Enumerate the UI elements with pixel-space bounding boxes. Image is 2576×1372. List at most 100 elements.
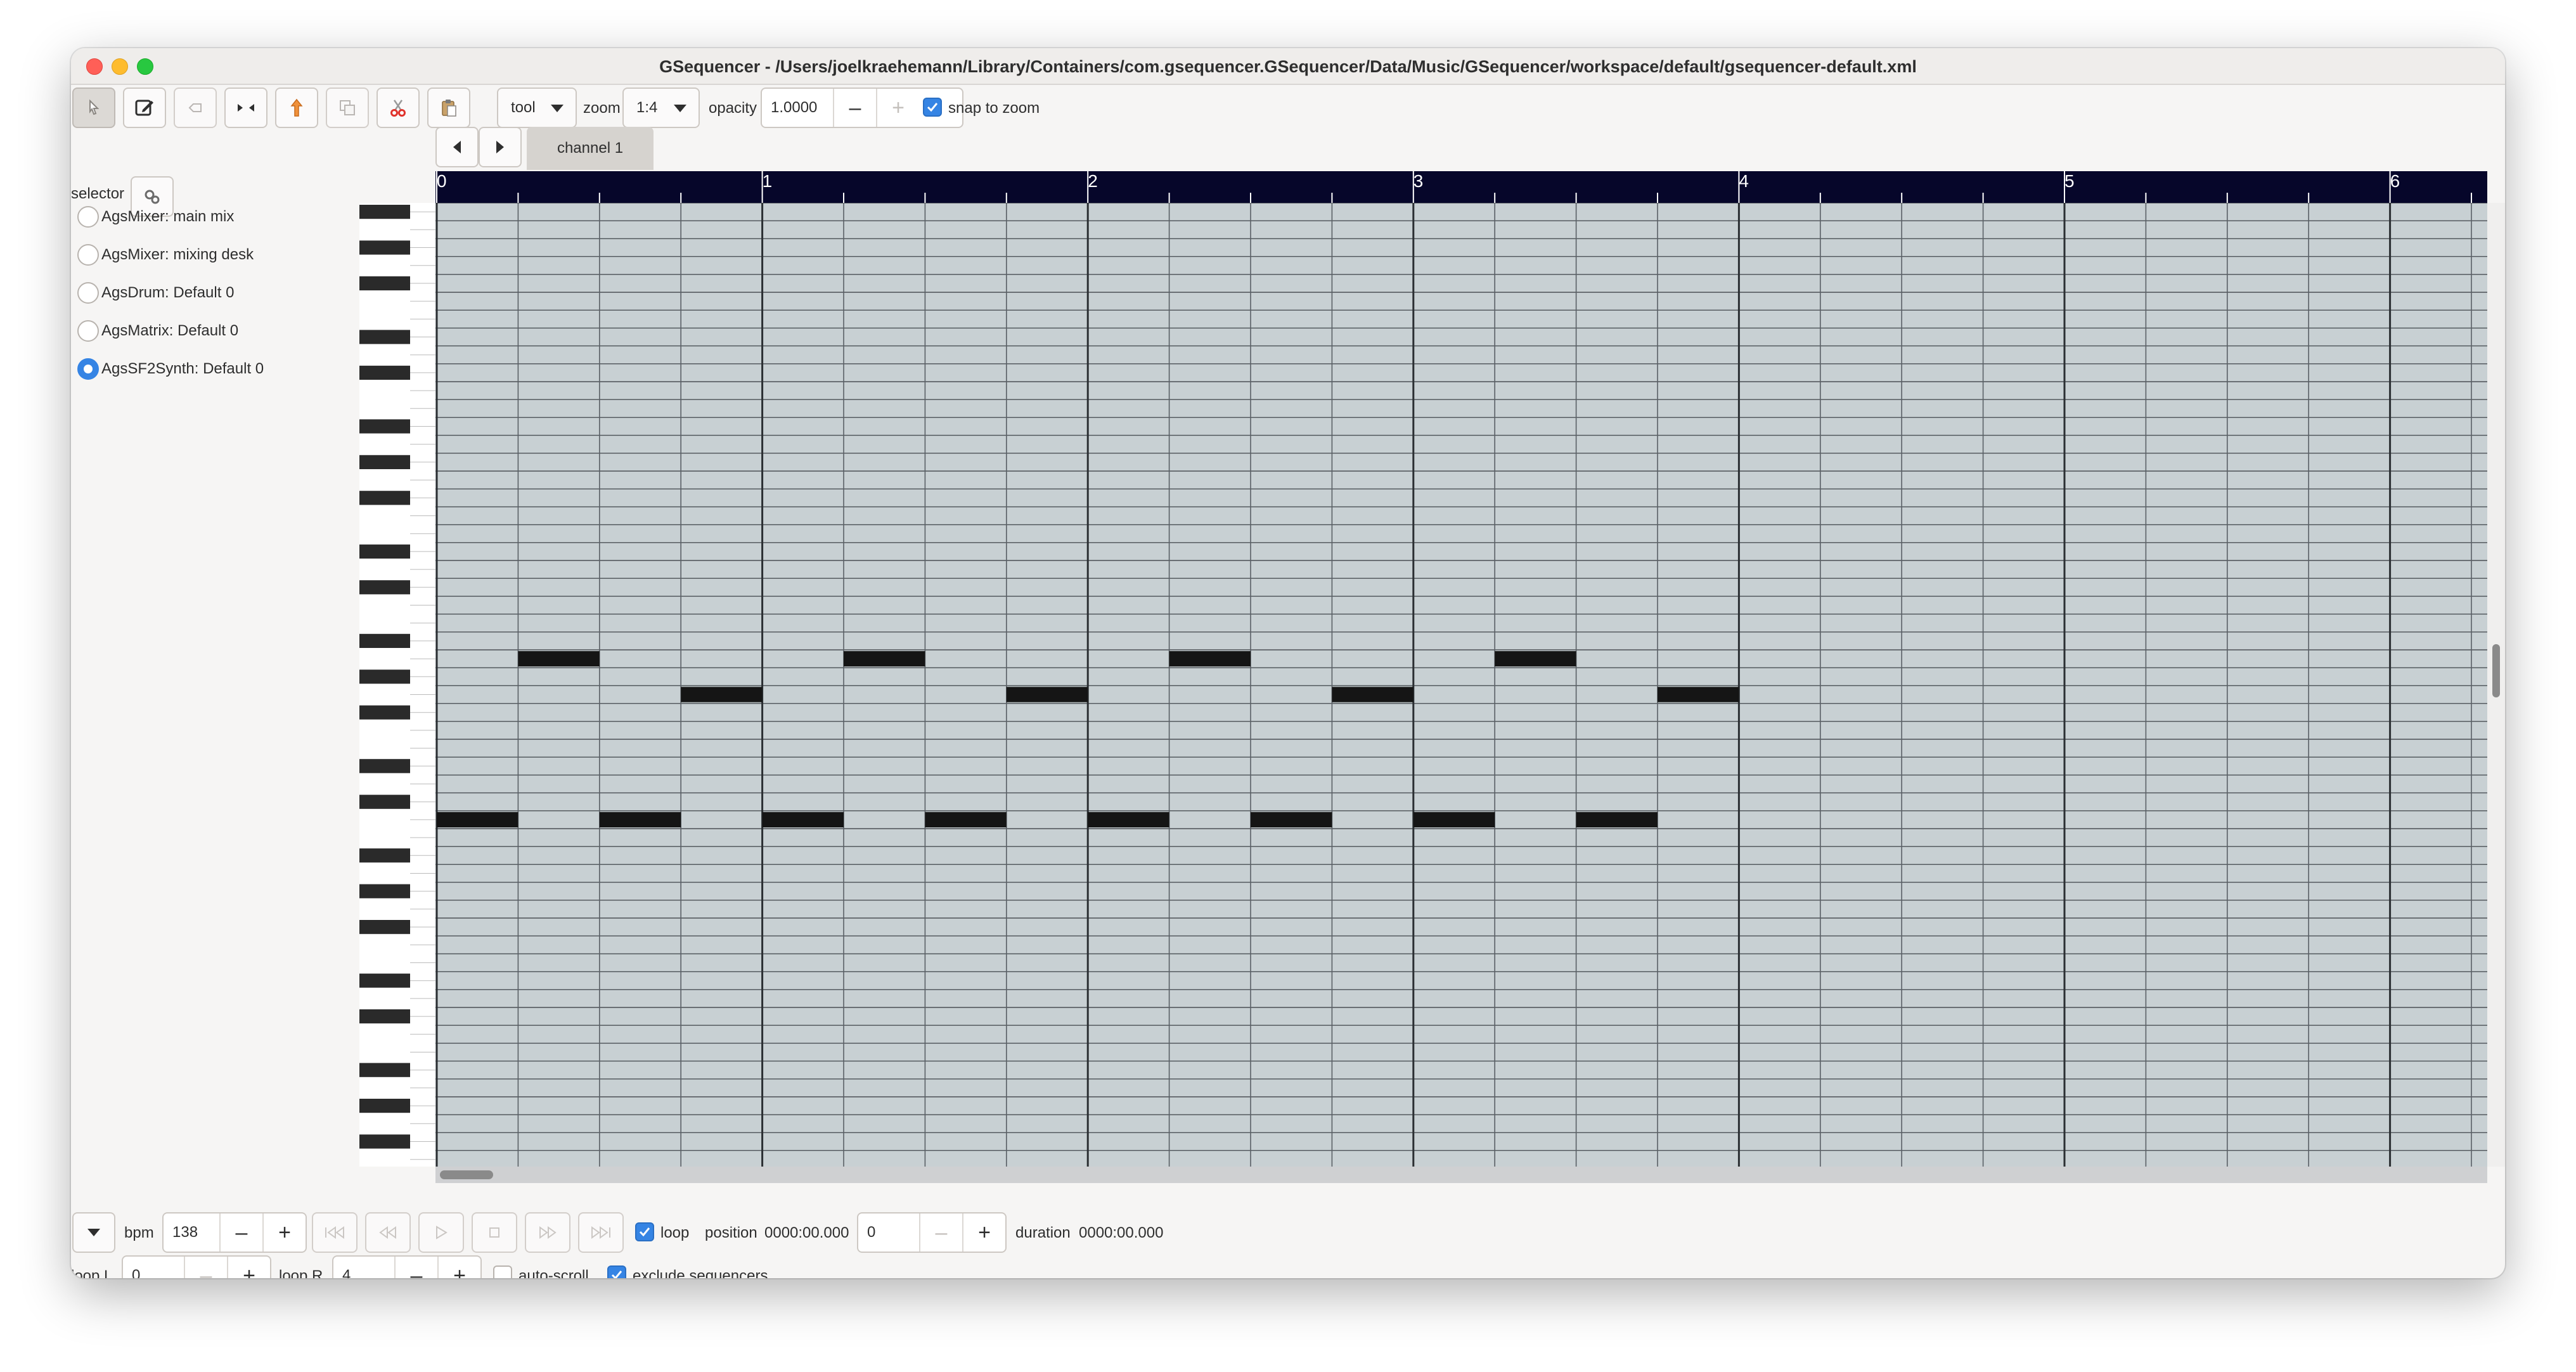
loop-right-decrement-button[interactable]: – <box>394 1257 437 1278</box>
loop-checkbox[interactable] <box>635 1222 654 1241</box>
piano-keyboard[interactable] <box>359 203 435 1167</box>
black-key[interactable] <box>359 205 410 219</box>
pointer-tool-button[interactable] <box>72 87 115 128</box>
loop-left-increment-button[interactable]: + <box>227 1257 270 1278</box>
position-spinner[interactable]: 0 – + <box>857 1212 1007 1253</box>
rewind-button[interactable] <box>365 1212 411 1253</box>
chevron-down-icon <box>551 105 564 112</box>
black-key[interactable] <box>359 419 410 434</box>
note[interactable] <box>1088 812 1169 827</box>
bpm-decrement-button[interactable]: – <box>219 1213 262 1252</box>
black-key[interactable] <box>359 848 410 863</box>
black-key[interactable] <box>359 544 410 559</box>
ruler-number: 0 <box>437 171 447 191</box>
black-key[interactable] <box>359 580 410 595</box>
black-key[interactable] <box>359 794 410 809</box>
horizontal-scrollbar-thumb[interactable] <box>440 1170 493 1179</box>
black-key[interactable] <box>359 759 410 773</box>
note-grid[interactable] <box>435 203 2487 1167</box>
position-tool-button[interactable] <box>275 87 318 128</box>
black-key[interactable] <box>359 491 410 505</box>
loop-left-decrement-button[interactable]: – <box>184 1257 227 1278</box>
opacity-decrement-button[interactable]: – <box>833 89 876 127</box>
black-key[interactable] <box>359 1063 410 1077</box>
skip-start-icon <box>325 1226 344 1239</box>
position-increment-button[interactable]: + <box>962 1213 1005 1252</box>
play-icon <box>436 1226 448 1239</box>
machine-radio-2[interactable] <box>77 282 99 304</box>
skip-to-end-button[interactable] <box>578 1212 624 1253</box>
black-key[interactable] <box>359 240 410 255</box>
bpm-spinner[interactable]: 138 – + <box>162 1212 307 1253</box>
note[interactable] <box>599 812 681 827</box>
black-key[interactable] <box>359 1009 410 1024</box>
black-key[interactable] <box>359 1099 410 1113</box>
black-key[interactable] <box>359 920 410 935</box>
next-channel-button[interactable] <box>479 127 522 167</box>
note[interactable] <box>681 687 763 702</box>
black-key[interactable] <box>359 973 410 988</box>
snap-to-zoom-checkbox[interactable] <box>923 98 942 117</box>
black-key[interactable] <box>359 276 410 290</box>
paste-button[interactable] <box>427 87 470 128</box>
rewind-to-start-button[interactable] <box>312 1212 357 1253</box>
machine-radio-0[interactable] <box>77 206 99 228</box>
note[interactable] <box>1006 687 1088 702</box>
position-value: 0 <box>867 1224 876 1241</box>
vertical-scrollbar-thumb[interactable] <box>2492 644 2500 697</box>
play-button[interactable] <box>418 1212 464 1253</box>
black-key[interactable] <box>359 330 410 344</box>
black-key[interactable] <box>359 633 410 648</box>
chevron-right-icon <box>496 141 504 153</box>
note[interactable] <box>1495 651 1576 667</box>
previous-channel-button[interactable] <box>435 127 479 167</box>
position-time: 0000:00.000 <box>764 1224 849 1241</box>
position-decrement-button[interactable]: – <box>919 1213 962 1252</box>
note[interactable] <box>925 812 1007 827</box>
machine-radio-3[interactable] <box>77 320 99 342</box>
note[interactable] <box>1413 812 1495 827</box>
tool-dropdown[interactable]: tool <box>497 87 577 128</box>
loop-right-spinner[interactable]: 4 – + <box>332 1255 482 1278</box>
cut-button[interactable] <box>377 87 420 128</box>
machine-radio-1[interactable] <box>77 244 99 266</box>
loop-right-increment-button[interactable]: + <box>437 1257 480 1278</box>
black-key[interactable] <box>359 455 410 469</box>
note[interactable] <box>844 651 925 667</box>
skip-end-icon <box>591 1226 610 1239</box>
exclude-sequencers-checkbox[interactable] <box>607 1265 626 1278</box>
note[interactable] <box>518 651 600 667</box>
ruler-number: 3 <box>1414 171 1424 191</box>
horizontal-scrollbar[interactable] <box>435 1167 2487 1183</box>
note[interactable] <box>1576 812 1658 827</box>
zoom-dropdown[interactable]: 1:4 <box>622 87 700 128</box>
black-key[interactable] <box>359 705 410 720</box>
transport-menu-button[interactable] <box>72 1212 115 1253</box>
note[interactable] <box>1251 812 1332 827</box>
ruler-number: 6 <box>2390 171 2400 191</box>
bpm-increment-button[interactable]: + <box>262 1213 306 1252</box>
black-key[interactable] <box>359 365 410 380</box>
black-key[interactable] <box>359 884 410 898</box>
note[interactable] <box>762 812 844 827</box>
note[interactable] <box>1169 651 1251 667</box>
zoom-label: zoom <box>583 100 621 117</box>
fast-forward-button[interactable] <box>525 1212 570 1253</box>
stop-button[interactable] <box>472 1212 517 1253</box>
note[interactable] <box>437 812 518 827</box>
black-key[interactable] <box>359 670 410 684</box>
clear-tool-button[interactable] <box>174 87 217 128</box>
edit-tool-button[interactable] <box>123 87 166 128</box>
loop-left-spinner[interactable]: 0 – + <box>122 1255 271 1278</box>
grid-background <box>435 203 2487 1167</box>
note[interactable] <box>1332 687 1414 702</box>
tab-channel-1[interactable]: channel 1 <box>527 127 654 170</box>
opacity-increment-button[interactable]: + <box>876 89 919 127</box>
select-tool-button[interactable] <box>224 87 267 128</box>
timeline-ruler[interactable]: 0 1 2 3 4 5 6 <box>435 171 2487 203</box>
copy-button[interactable] <box>326 87 369 128</box>
black-key[interactable] <box>359 1134 410 1149</box>
machine-radio-4[interactable] <box>77 358 99 380</box>
note[interactable] <box>1658 687 1739 702</box>
auto-scroll-checkbox[interactable] <box>493 1265 512 1278</box>
